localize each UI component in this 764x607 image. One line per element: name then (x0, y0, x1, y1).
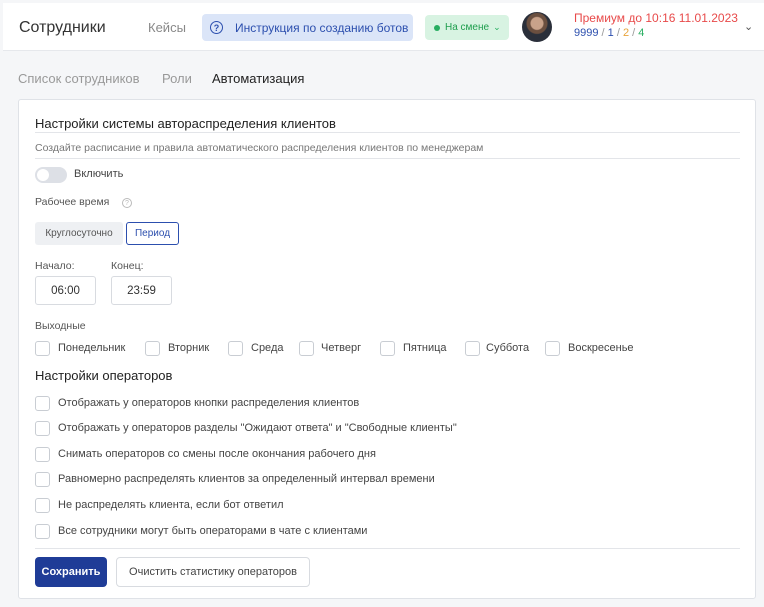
start-label: Начало: (35, 260, 75, 272)
work-time-label: Рабочее время (35, 196, 110, 208)
operator-option-label: Отображать у операторов кнопки распредел… (58, 397, 360, 409)
automation-settings-card: Настройки системы автораспределения клие… (18, 99, 756, 599)
mode-period-button[interactable]: Период (126, 222, 179, 245)
day-label: Пятница (403, 342, 447, 354)
enable-label: Включить (74, 168, 124, 180)
count-sep: / (598, 27, 608, 39)
checkbox-operator-option[interactable] (35, 421, 50, 436)
start-time-input[interactable]: 06:00 (35, 276, 96, 305)
checkbox-operator-option[interactable] (35, 447, 50, 462)
day-label: Воскресенье (568, 342, 634, 354)
section-title-operators: Настройки операторов (35, 368, 173, 383)
operator-option-label: Не распределять клиента, если бот ответи… (58, 499, 284, 511)
shift-status-dropdown[interactable]: На смене ⌄ (425, 15, 509, 40)
mode-24h-button[interactable]: Круглосуточно (35, 222, 123, 245)
operator-option-label: Снимать операторов со смены после оконча… (58, 448, 376, 460)
operator-option-label: Все сотрудники могут быть операторами в … (58, 525, 368, 537)
clear-stats-button[interactable]: Очистить статистику операторов (116, 557, 310, 587)
end-time-input[interactable]: 23:59 (111, 276, 172, 305)
checkbox-operator-option[interactable] (35, 498, 50, 513)
instruction-button[interactable]: ? Инструкция по созданию ботов (202, 14, 413, 41)
end-label: Конец: (111, 260, 144, 272)
top-header: Сотрудники Кейсы ? Инструкция по создани… (3, 3, 764, 51)
premium-info: Премиум до 10:16 11.01.2023 (574, 11, 738, 25)
divider (35, 132, 740, 133)
count-total: 9999 (574, 27, 599, 39)
checkbox-saturday[interactable] (465, 341, 480, 356)
checkbox-operator-option[interactable] (35, 396, 50, 411)
checkbox-friday[interactable] (380, 341, 395, 356)
count-c: 4 (638, 27, 645, 39)
enable-toggle[interactable] (35, 167, 67, 183)
account-chevron-down-icon[interactable]: ⌄ (744, 20, 753, 33)
divider (35, 158, 740, 159)
day-label: Суббота (486, 342, 530, 354)
checkbox-operator-option[interactable] (35, 472, 50, 487)
checkbox-monday[interactable] (35, 341, 50, 356)
info-icon: ? (122, 198, 132, 208)
checkbox-thursday[interactable] (299, 341, 314, 356)
counters: 9999 / 1 / 2 / 4 (574, 27, 644, 39)
weekends-label: Выходные (35, 320, 86, 332)
instruction-label: Инструкция по созданию ботов (235, 20, 409, 35)
chevron-down-icon: ⌄ (493, 22, 501, 32)
day-label: Среда (251, 342, 284, 354)
count-sep: / (613, 27, 623, 39)
page-title: Сотрудники (19, 19, 106, 36)
tab-employees-list[interactable]: Список сотрудников (18, 71, 140, 86)
operator-option-label: Равномерно распределять клиентов за опре… (58, 473, 435, 485)
nav-cases-link[interactable]: Кейсы (148, 20, 186, 35)
checkbox-operator-option[interactable] (35, 524, 50, 539)
checkbox-sunday[interactable] (545, 341, 560, 356)
checkbox-wednesday[interactable] (228, 341, 243, 356)
section-title-distribution: Настройки системы автораспределения клие… (35, 116, 336, 131)
tab-automation[interactable]: Автоматизация (212, 71, 304, 86)
operator-option-label: Отображать у операторов разделы "Ожидают… (58, 422, 457, 434)
day-label: Понедельник (58, 342, 126, 354)
save-button[interactable]: Сохранить (35, 557, 107, 587)
day-label: Четверг (321, 342, 362, 354)
checkbox-tuesday[interactable] (145, 341, 160, 356)
shift-status-label: На смене (445, 22, 490, 33)
day-label: Вторник (168, 342, 210, 354)
count-sep: / (629, 27, 639, 39)
question-icon: ? (210, 21, 223, 34)
user-avatar[interactable] (522, 12, 552, 42)
status-dot-icon (434, 24, 440, 31)
tab-roles[interactable]: Роли (162, 71, 192, 86)
divider (35, 548, 740, 549)
section-description: Создайте расписание и правила автоматиче… (35, 142, 484, 154)
